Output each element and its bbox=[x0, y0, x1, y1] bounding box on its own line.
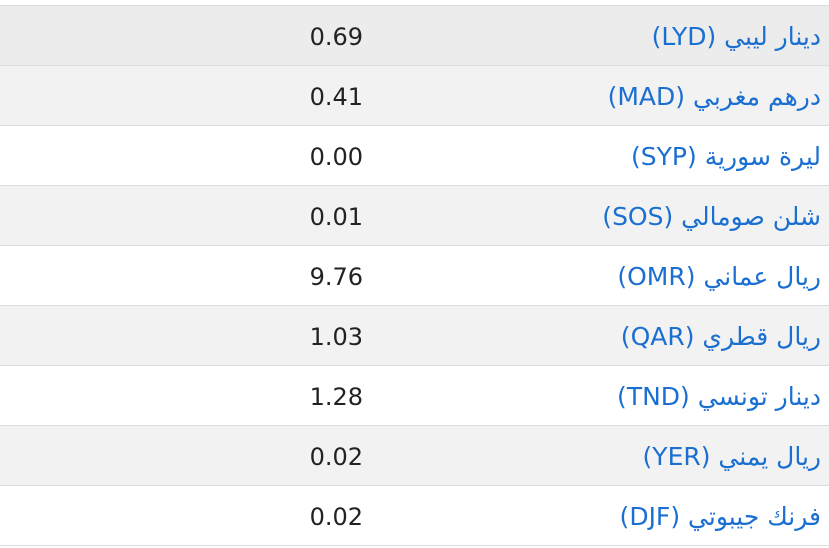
rate-value: 0.02 bbox=[309, 443, 363, 471]
currency-link-syp[interactable]: ليرة سورية (SYP) bbox=[631, 126, 821, 185]
rate-value: 0.01 bbox=[309, 203, 363, 231]
rate-value: 0.41 bbox=[309, 83, 363, 111]
rate-value: 1.28 bbox=[309, 383, 363, 411]
table-row: ريال يمني (YER) 0.02 bbox=[0, 426, 829, 486]
table-row: ليرة سورية (SYP) 0.00 bbox=[0, 126, 829, 186]
currency-link-yer[interactable]: ريال يمني (YER) bbox=[643, 426, 821, 485]
table-row: فرنك جيبوتي (DJF) 0.02 bbox=[0, 486, 829, 546]
currency-link-djf[interactable]: فرنك جيبوتي (DJF) bbox=[620, 486, 821, 545]
exchange-rate-table: دينار ليبي (LYD) 0.69 درهم مغربي (MAD) 0… bbox=[0, 5, 829, 546]
table-row: دينار تونسي (TND) 1.28 bbox=[0, 366, 829, 426]
rate-value: 9.76 bbox=[309, 263, 363, 291]
table-row: ريال عماني (OMR) 9.76 bbox=[0, 246, 829, 306]
table-row: شلن صومالي (SOS) 0.01 bbox=[0, 186, 829, 246]
table-row: دينار ليبي (LYD) 0.69 bbox=[0, 6, 829, 66]
rate-value: 0.00 bbox=[309, 143, 363, 171]
currency-link-mad[interactable]: درهم مغربي (MAD) bbox=[608, 66, 821, 125]
rate-value: 1.03 bbox=[309, 323, 363, 351]
table-row: درهم مغربي (MAD) 0.41 bbox=[0, 66, 829, 126]
rate-value: 0.02 bbox=[309, 503, 363, 531]
currency-link-omr[interactable]: ريال عماني (OMR) bbox=[617, 246, 821, 305]
currency-link-qar[interactable]: ريال قطري (QAR) bbox=[621, 306, 821, 365]
rate-value: 0.69 bbox=[309, 23, 363, 51]
currency-link-sos[interactable]: شلن صومالي (SOS) bbox=[602, 186, 821, 245]
table-row: ريال قطري (QAR) 1.03 bbox=[0, 306, 829, 366]
currency-link-lyd[interactable]: دينار ليبي (LYD) bbox=[652, 6, 821, 65]
currency-link-tnd[interactable]: دينار تونسي (TND) bbox=[617, 366, 821, 425]
